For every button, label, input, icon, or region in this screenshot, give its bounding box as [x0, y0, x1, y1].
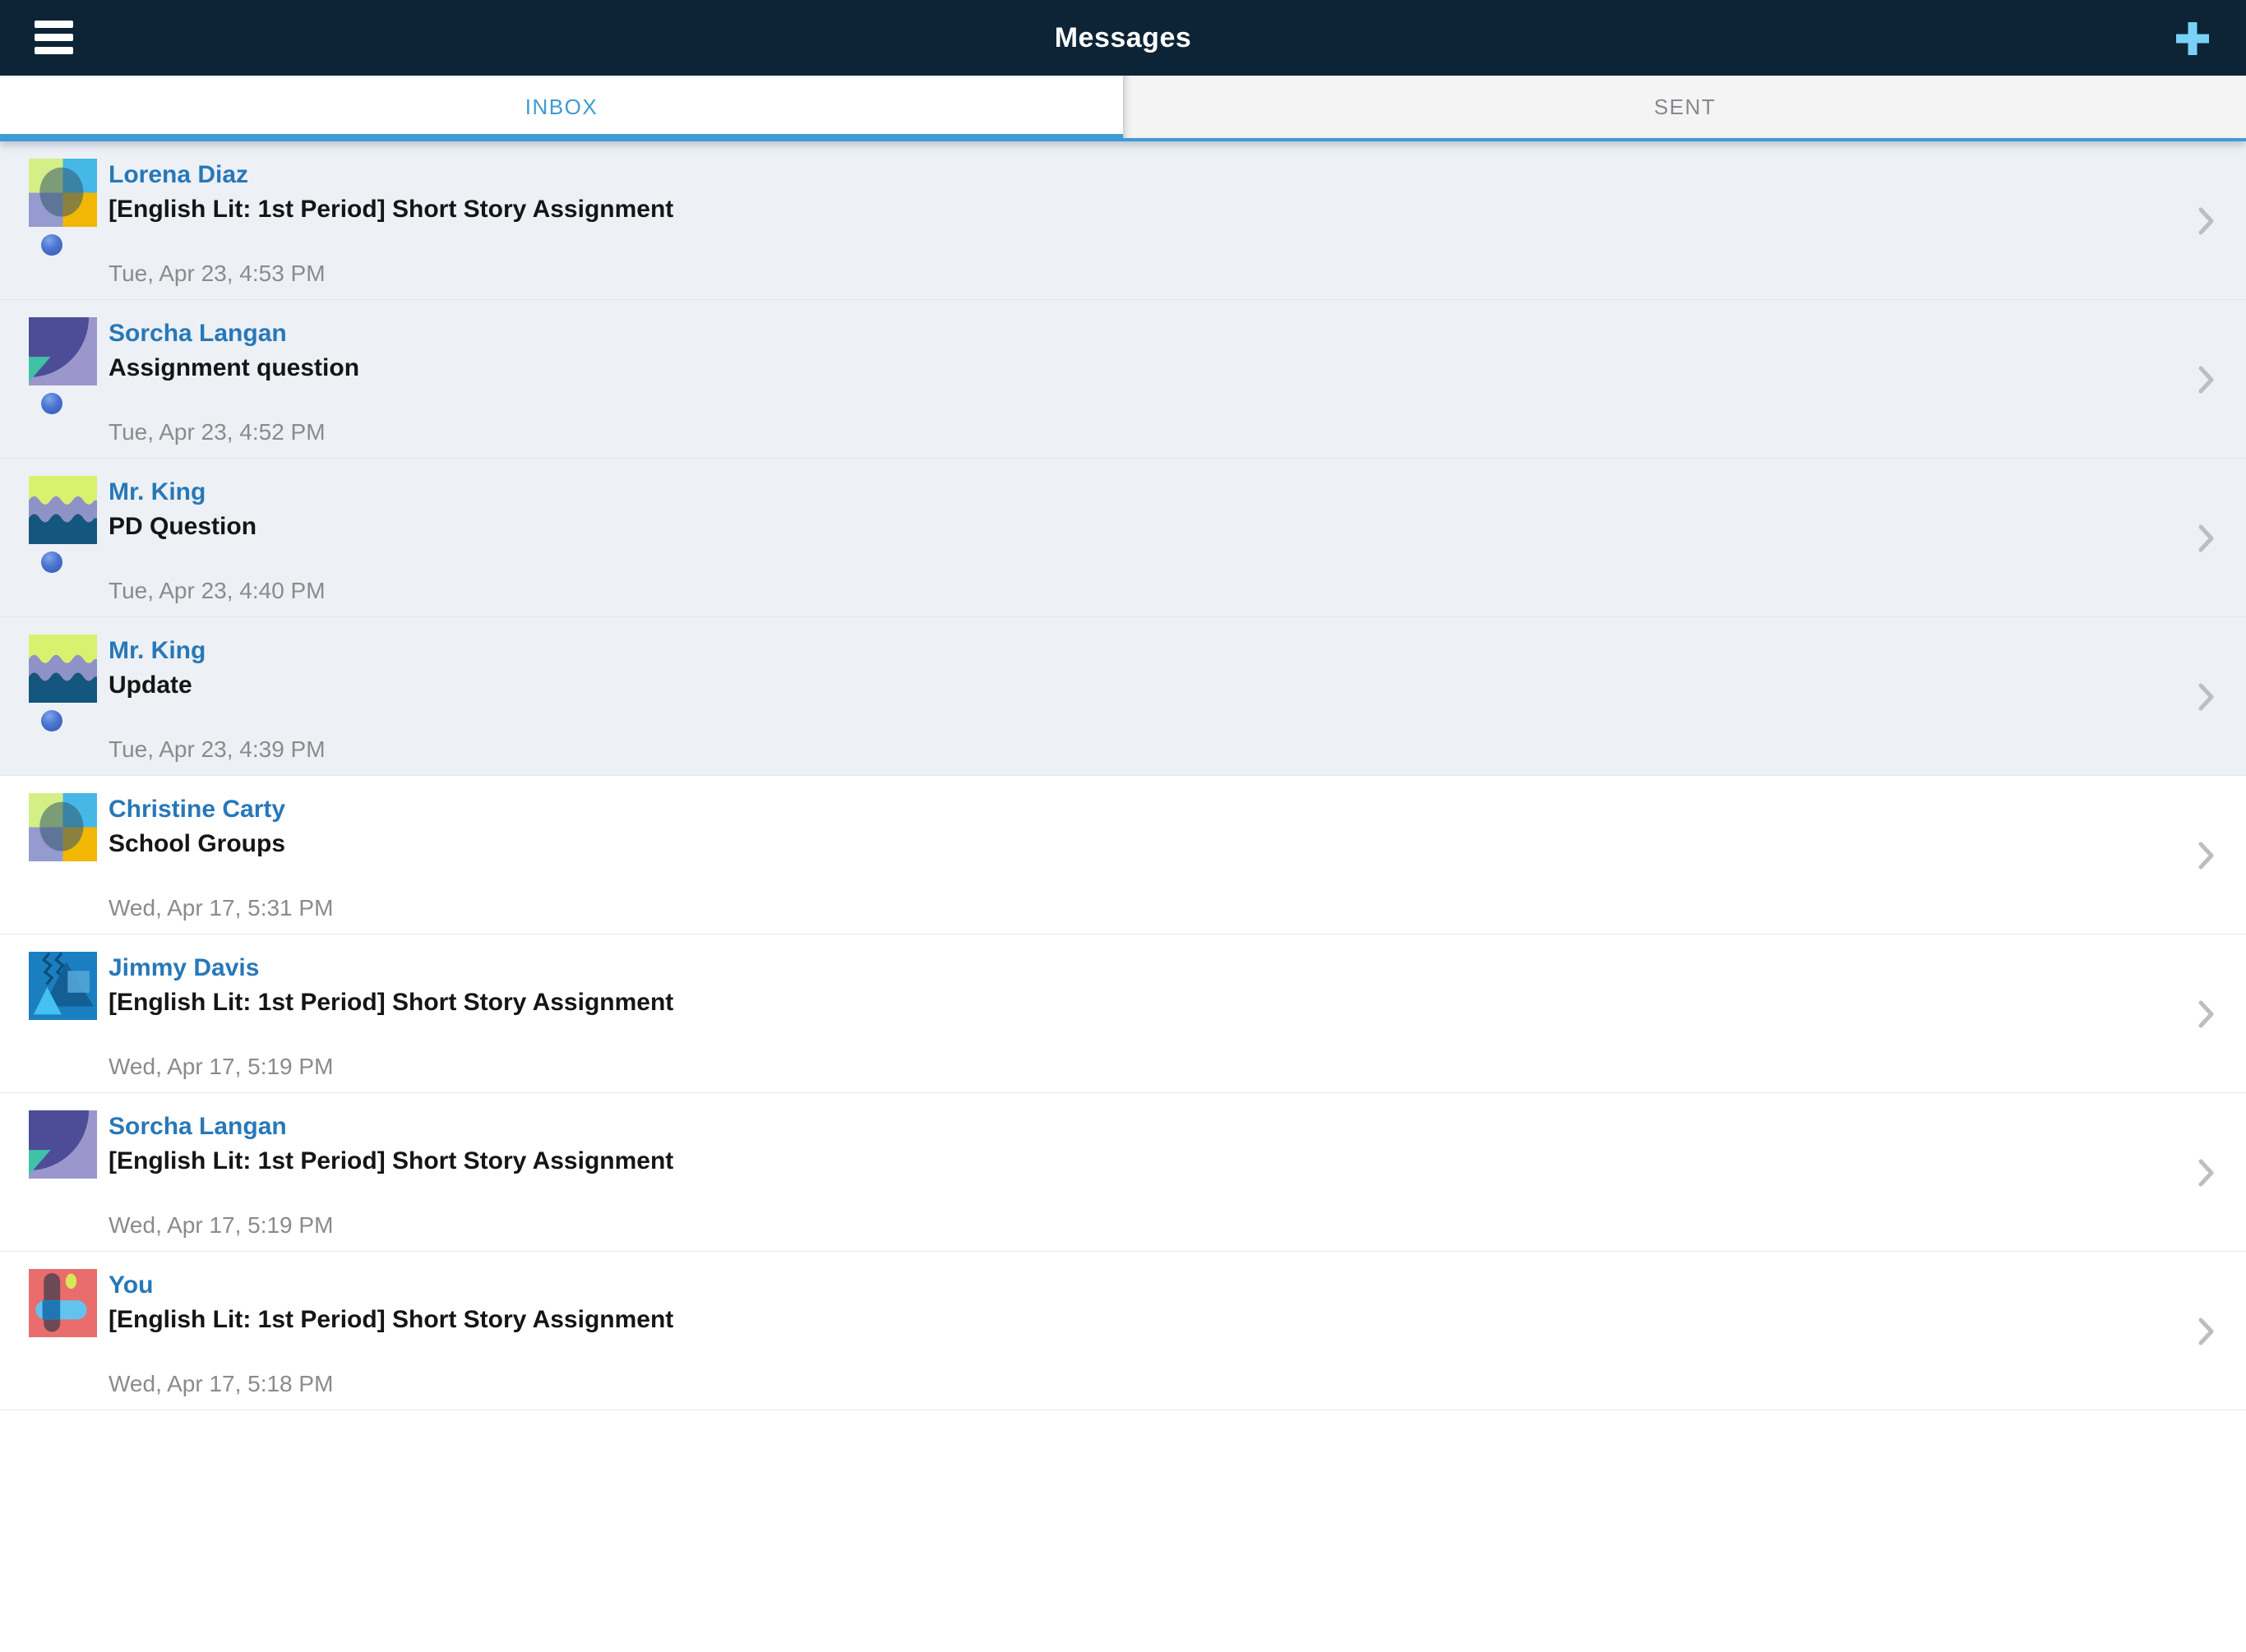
message-sender: Mr. King: [109, 459, 2147, 506]
message-subject: PD Question: [109, 513, 2147, 541]
chevron-right-icon: [2198, 1000, 2215, 1028]
message-timestamp: Wed, Apr 17, 5:19 PM: [109, 1211, 333, 1239]
chevron-right-icon: [2198, 1159, 2215, 1187]
avatar: [29, 159, 97, 227]
chevron-right-icon: [2198, 842, 2215, 870]
avatar: [29, 952, 97, 1020]
unread-indicator: [41, 551, 62, 573]
message-row[interactable]: Sorcha Langan [English Lit: 1st Period] …: [0, 1093, 2246, 1252]
message-subject: School Groups: [109, 830, 2147, 858]
message-subject: Update: [109, 671, 2147, 699]
avatar: [29, 1269, 97, 1337]
tab-sent[interactable]: SENT: [1123, 76, 2246, 138]
message-list: Lorena Diaz [English Lit: 1st Period] Sh…: [0, 141, 2246, 1410]
app-header: Messages: [0, 0, 2246, 76]
message-row[interactable]: Lorena Diaz [English Lit: 1st Period] Sh…: [0, 141, 2246, 300]
message-timestamp: Wed, Apr 17, 5:19 PM: [109, 1053, 333, 1081]
tab-inbox[interactable]: INBOX: [0, 76, 1123, 138]
plus-icon: [2174, 20, 2211, 58]
message-row[interactable]: Mr. King Update Tue, Apr 23, 4:39 PM: [0, 617, 2246, 776]
chevron-right-icon: [2198, 207, 2215, 235]
avatar: [29, 634, 97, 703]
unread-indicator: [41, 234, 62, 256]
message-subject: [English Lit: 1st Period] Short Story As…: [109, 196, 2147, 224]
avatar: [29, 476, 97, 544]
avatar: [29, 793, 97, 861]
chevron-right-icon: [2198, 524, 2215, 552]
unread-indicator: [41, 710, 62, 731]
message-sender: Lorena Diaz: [109, 141, 2147, 189]
message-sender: Sorcha Langan: [109, 300, 2147, 348]
avatar: [29, 1110, 97, 1179]
message-row[interactable]: You [English Lit: 1st Period] Short Stor…: [0, 1252, 2246, 1410]
page-title: Messages: [0, 0, 2246, 76]
message-sender: Sorcha Langan: [109, 1093, 2147, 1141]
message-timestamp: Wed, Apr 17, 5:18 PM: [109, 1370, 333, 1398]
message-sender: Jimmy Davis: [109, 934, 2147, 982]
message-timestamp: Tue, Apr 23, 4:53 PM: [109, 260, 326, 288]
message-subject: [English Lit: 1st Period] Short Story As…: [109, 1147, 2147, 1175]
message-row[interactable]: Jimmy Davis [English Lit: 1st Period] Sh…: [0, 934, 2246, 1093]
message-row[interactable]: Christine Carty School Groups Wed, Apr 1…: [0, 776, 2246, 934]
chevron-right-icon: [2198, 683, 2215, 711]
message-sender: Christine Carty: [109, 776, 2147, 824]
message-row[interactable]: Sorcha Langan Assignment question Tue, A…: [0, 300, 2246, 459]
compose-button[interactable]: [2174, 20, 2211, 58]
message-sender: You: [109, 1252, 2147, 1299]
message-timestamp: Tue, Apr 23, 4:52 PM: [109, 418, 326, 446]
message-row[interactable]: Mr. King PD Question Tue, Apr 23, 4:40 P…: [0, 459, 2246, 617]
avatar: [29, 317, 97, 385]
message-subject: [English Lit: 1st Period] Short Story As…: [109, 989, 2147, 1017]
message-timestamp: Wed, Apr 17, 5:31 PM: [109, 894, 333, 922]
chevron-right-icon: [2198, 1317, 2215, 1345]
message-subject: Assignment question: [109, 354, 2147, 382]
unread-indicator: [41, 393, 62, 414]
message-timestamp: Tue, Apr 23, 4:40 PM: [109, 577, 326, 605]
tab-bar: INBOX SENT: [0, 76, 2246, 141]
message-subject: [English Lit: 1st Period] Short Story As…: [109, 1306, 2147, 1334]
message-timestamp: Tue, Apr 23, 4:39 PM: [109, 736, 326, 764]
message-sender: Mr. King: [109, 617, 2147, 665]
chevron-right-icon: [2198, 366, 2215, 394]
